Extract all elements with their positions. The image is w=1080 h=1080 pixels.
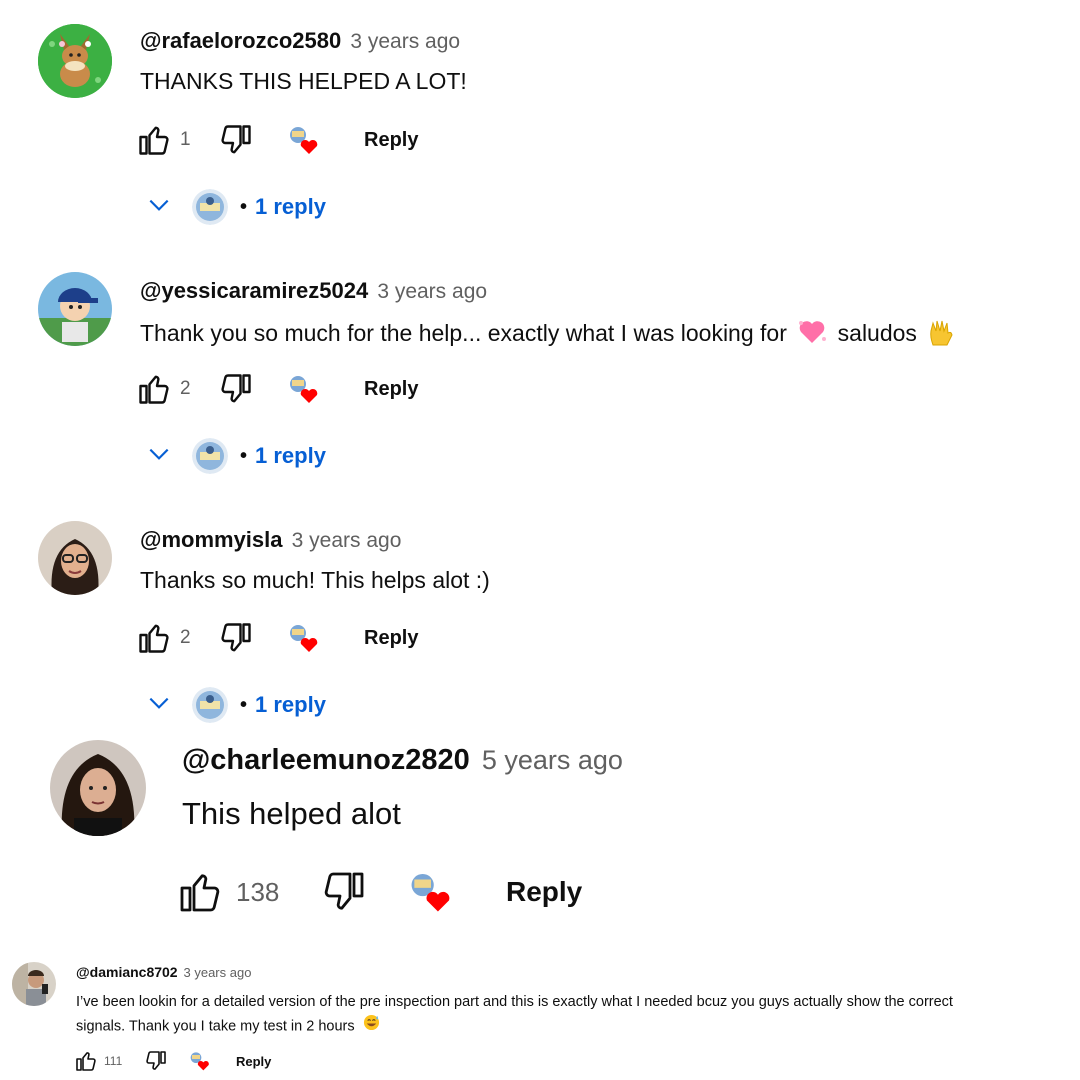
comment-author[interactable]: @charleemunoz2820 <box>182 744 470 776</box>
comment-text: THANKS THIS HELPED A LOT! <box>140 68 467 94</box>
avatar[interactable] <box>38 272 112 346</box>
comment-time[interactable]: 3 years ago <box>184 965 252 980</box>
avatar[interactable] <box>38 24 112 98</box>
replies-count: 1 reply <box>255 194 326 219</box>
avatar[interactable] <box>12 962 56 1006</box>
view-replies-button[interactable]: • 1 reply <box>146 437 326 475</box>
dislike-icon[interactable] <box>218 371 254 407</box>
comment-author[interactable]: @rafaelorozco2580 <box>140 28 341 53</box>
view-replies-button[interactable]: • 1 reply <box>146 188 326 226</box>
creator-heart-icon <box>406 867 456 917</box>
chevron-down-icon <box>146 441 176 472</box>
avatar <box>192 687 228 723</box>
dislike-icon[interactable] <box>218 122 254 158</box>
comment-actions: 138 Reply <box>176 868 582 916</box>
comment-actions: 1 Reply <box>136 122 418 158</box>
comment-text-line: signals. Thank you I take my test in 2 h… <box>76 1018 355 1035</box>
comment-text-part: Thank you so much for the help... exactl… <box>140 320 787 347</box>
comment-time[interactable]: 3 years ago <box>292 529 402 552</box>
comment-actions: 111 Reply <box>74 1049 271 1073</box>
replies-count: 1 reply <box>255 443 326 468</box>
avatar <box>192 189 228 225</box>
view-replies-button[interactable]: • 1 reply <box>146 686 326 724</box>
comment-text-line: I’ve been lookin for a detailed version … <box>76 994 953 1010</box>
reply-button[interactable]: Reply <box>506 876 582 908</box>
separator-dot: • <box>240 195 248 218</box>
comment-text-part: saludos <box>837 320 917 347</box>
comment-text: Thank you so much for the help... exactl… <box>140 317 955 353</box>
like-icon[interactable] <box>74 1049 98 1073</box>
like-icon[interactable] <box>176 868 224 916</box>
dislike-icon[interactable] <box>144 1049 168 1073</box>
sweat-smile-icon <box>363 1014 380 1039</box>
reply-button[interactable]: Reply <box>364 129 418 152</box>
dislike-icon[interactable] <box>320 868 368 916</box>
replies-count: 1 reply <box>255 692 326 717</box>
avatar[interactable] <box>50 740 146 836</box>
reply-button[interactable]: Reply <box>364 627 418 650</box>
like-count: 2 <box>180 378 191 399</box>
chevron-down-icon <box>146 192 176 223</box>
reply-button[interactable]: Reply <box>236 1054 271 1069</box>
like-icon[interactable] <box>136 620 172 656</box>
vulcan-salute-icon <box>927 317 955 353</box>
like-icon[interactable] <box>136 122 172 158</box>
comment-text: This helped alot <box>182 796 401 831</box>
like-count: 2 <box>180 627 191 648</box>
creator-heart-icon <box>286 620 322 656</box>
creator-heart-icon <box>286 371 322 407</box>
avatar <box>192 438 228 474</box>
sparkling-heart-icon <box>797 319 827 351</box>
comment-text: Thanks so much! This helps alot :) <box>140 567 490 593</box>
comment-author[interactable]: @mommyisla <box>140 527 283 552</box>
separator-dot: • <box>240 693 248 716</box>
comment-text: I’ve been lookin for a detailed version … <box>76 990 1076 1039</box>
dislike-icon[interactable] <box>218 620 254 656</box>
like-count: 138 <box>236 876 280 907</box>
comment-actions: 2 Reply <box>136 371 418 407</box>
comment-actions: 2 Reply <box>136 620 418 656</box>
comment-author[interactable]: @yessicaramirez5024 <box>140 278 368 303</box>
comment-time[interactable]: 3 years ago <box>350 30 460 53</box>
avatar[interactable] <box>38 521 112 595</box>
like-count: 111 <box>104 1054 123 1068</box>
comment-author[interactable]: @damianc8702 <box>76 964 178 980</box>
creator-heart-icon <box>188 1049 212 1073</box>
reply-button[interactable]: Reply <box>364 378 418 401</box>
like-count: 1 <box>180 129 191 150</box>
separator-dot: • <box>240 444 248 467</box>
creator-heart-icon <box>286 122 322 158</box>
chevron-down-icon <box>146 690 176 721</box>
comment-time[interactable]: 3 years ago <box>377 280 487 303</box>
comment-time[interactable]: 5 years ago <box>482 745 623 775</box>
like-icon[interactable] <box>136 371 172 407</box>
